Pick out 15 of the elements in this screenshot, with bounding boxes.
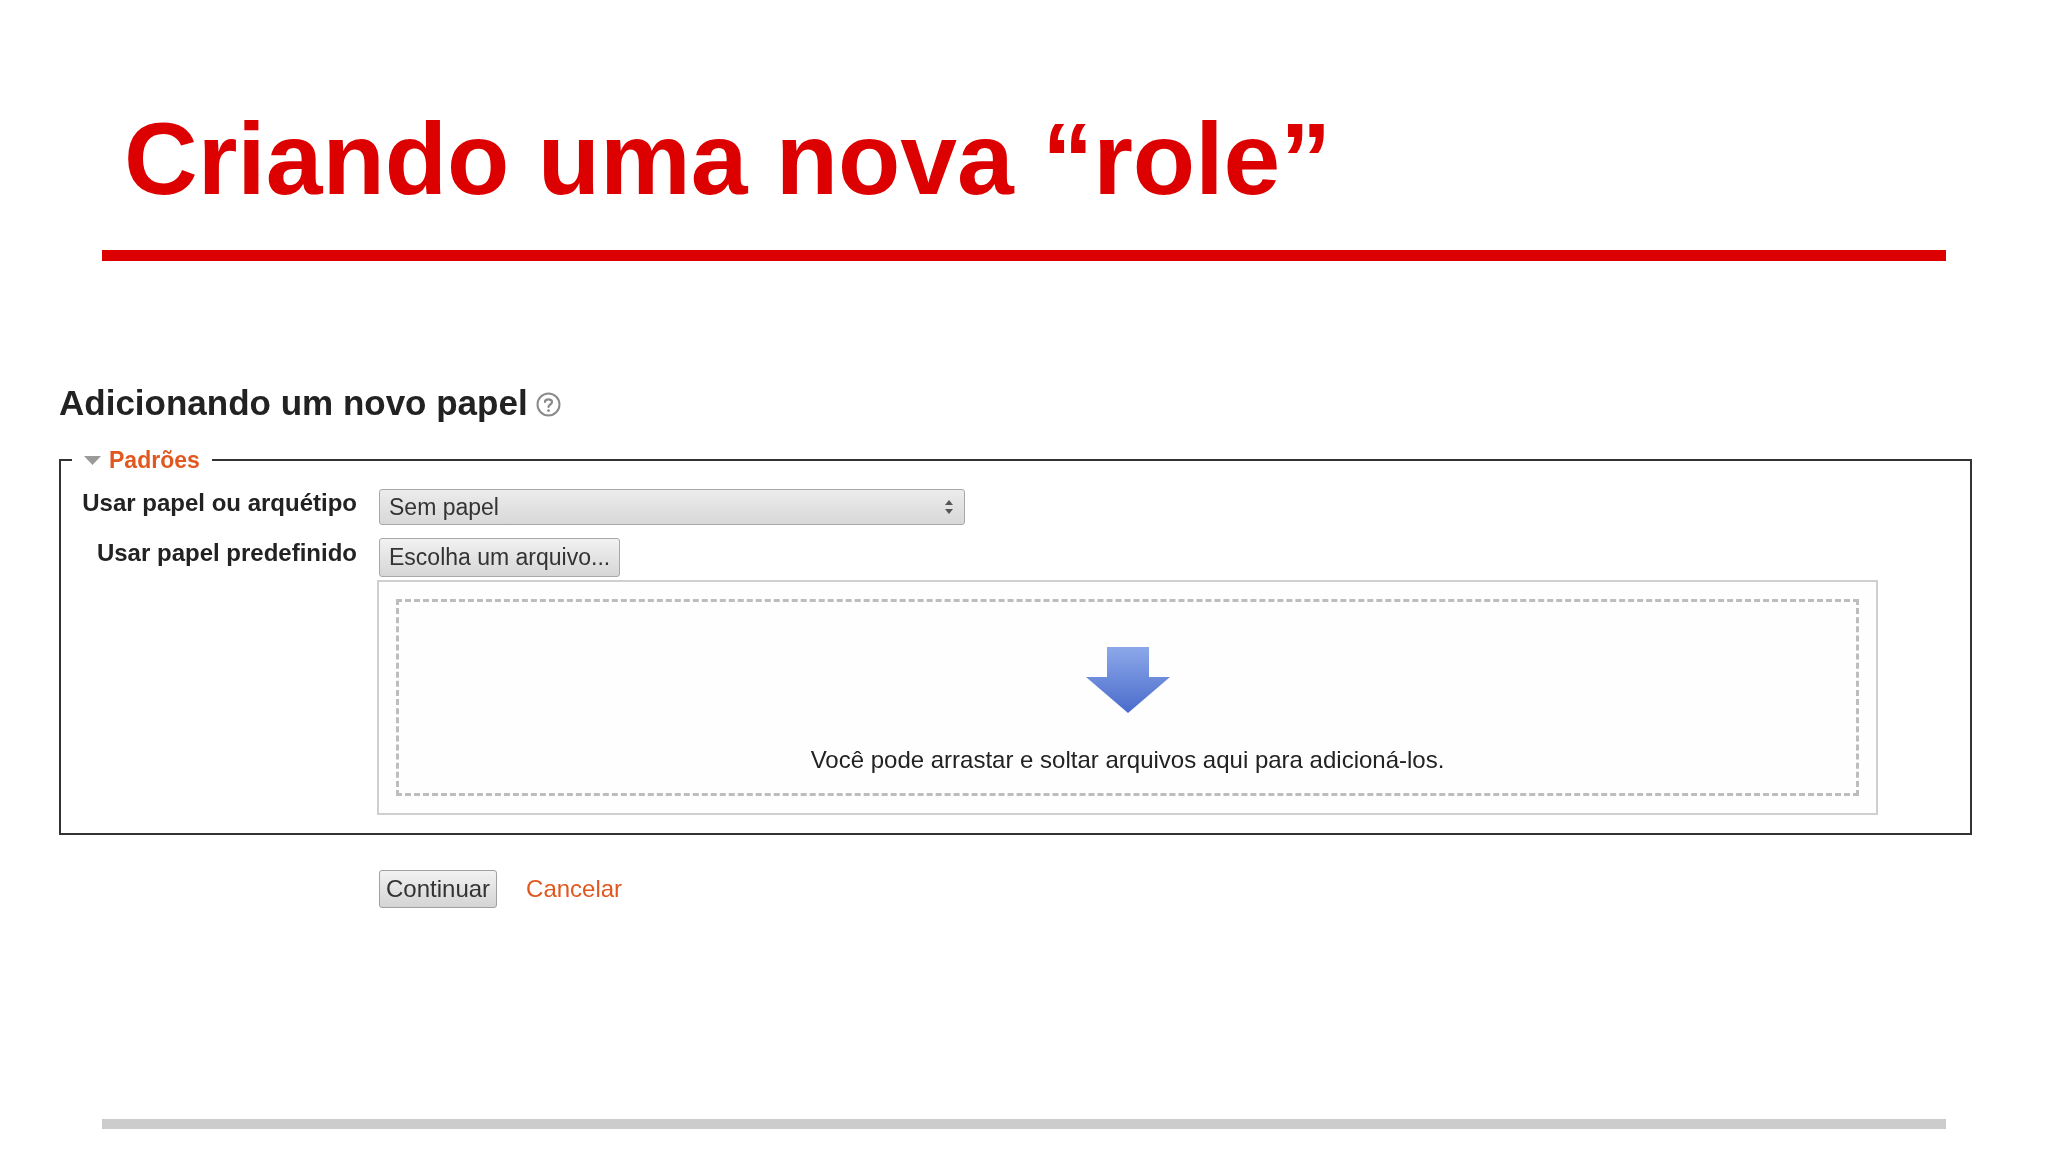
section-title[interactable]: Padrões xyxy=(109,448,200,472)
continue-button[interactable]: Continuar xyxy=(379,870,498,908)
file-drop-zone[interactable]: Você pode arrastar e soltar arquivos aqui para adicioná-los. xyxy=(396,599,1859,796)
page-heading: Adicionando um novo papel xyxy=(59,385,528,420)
up-down-arrows-icon xyxy=(944,499,954,515)
triangle-icon[interactable] xyxy=(84,455,101,465)
drop-hint: Você pode arrastar e soltar arquivos aqui para adicioná-los. xyxy=(810,748,1445,772)
cancel-link[interactable]: Cancelar xyxy=(526,877,623,901)
field-label: Usar papel predefinido xyxy=(96,541,357,565)
down-arrow-icon xyxy=(1085,647,1170,713)
slide-title: Criando uma nova “role” xyxy=(124,108,1332,210)
field-label: Usar papel ou arquétipo xyxy=(82,491,357,515)
choose-file-button[interactable]: Escolha um arquivo... xyxy=(379,538,621,577)
help-icon[interactable] xyxy=(535,392,561,417)
select-field[interactable]: Sem papel xyxy=(379,489,965,525)
